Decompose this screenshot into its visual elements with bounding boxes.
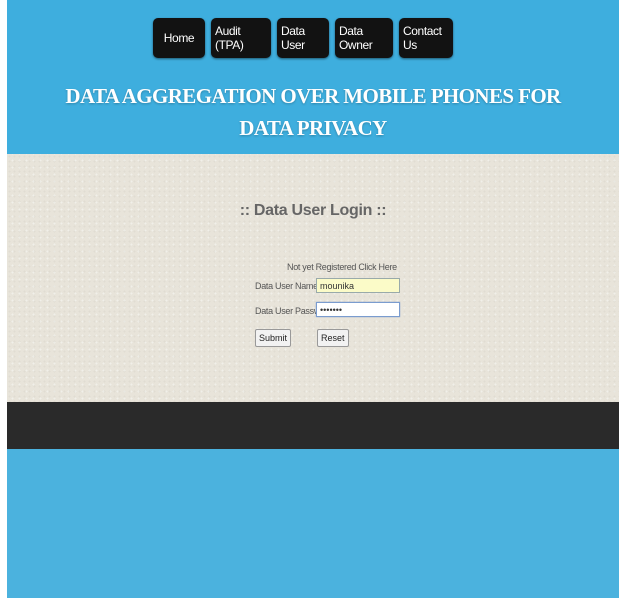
nav-contact-us[interactable]: Contact Us xyxy=(399,18,453,58)
submit-button[interactable]: Submit xyxy=(255,329,292,347)
site-title: DATA AGGREGATION OVER MOBILE PHONES FOR … xyxy=(7,80,619,144)
nav-data-user[interactable]: Data User xyxy=(277,18,329,58)
username-label: Data User Name xyxy=(255,281,318,291)
nav-data-owner[interactable]: Data Owner xyxy=(335,18,393,58)
header: Home Audit (TPA) Data User Data Owner Co… xyxy=(7,0,619,154)
footer-bar xyxy=(7,402,619,449)
username-input[interactable]: mounika xyxy=(316,278,400,293)
nav-home[interactable]: Home xyxy=(153,18,205,58)
register-link[interactable]: Not yet Registered Click Here xyxy=(287,262,397,272)
login-title: :: Data User Login :: xyxy=(239,202,387,219)
bottom-area xyxy=(7,449,619,598)
reset-button[interactable]: Reset xyxy=(317,329,349,347)
login-section: :: Data User Login :: Not yet Registered… xyxy=(7,154,619,402)
site-title-line1: DATA AGGREGATION OVER MOBILE PHONES FOR xyxy=(65,84,561,108)
site-title-line2: DATA PRIVACY xyxy=(239,116,387,140)
main-nav: Home Audit (TPA) Data User Data Owner Co… xyxy=(153,18,453,58)
page-frame: Home Audit (TPA) Data User Data Owner Co… xyxy=(7,0,619,598)
nav-audit-tpa[interactable]: Audit (TPA) xyxy=(211,18,271,58)
password-input[interactable]: ••••••• xyxy=(316,302,400,317)
